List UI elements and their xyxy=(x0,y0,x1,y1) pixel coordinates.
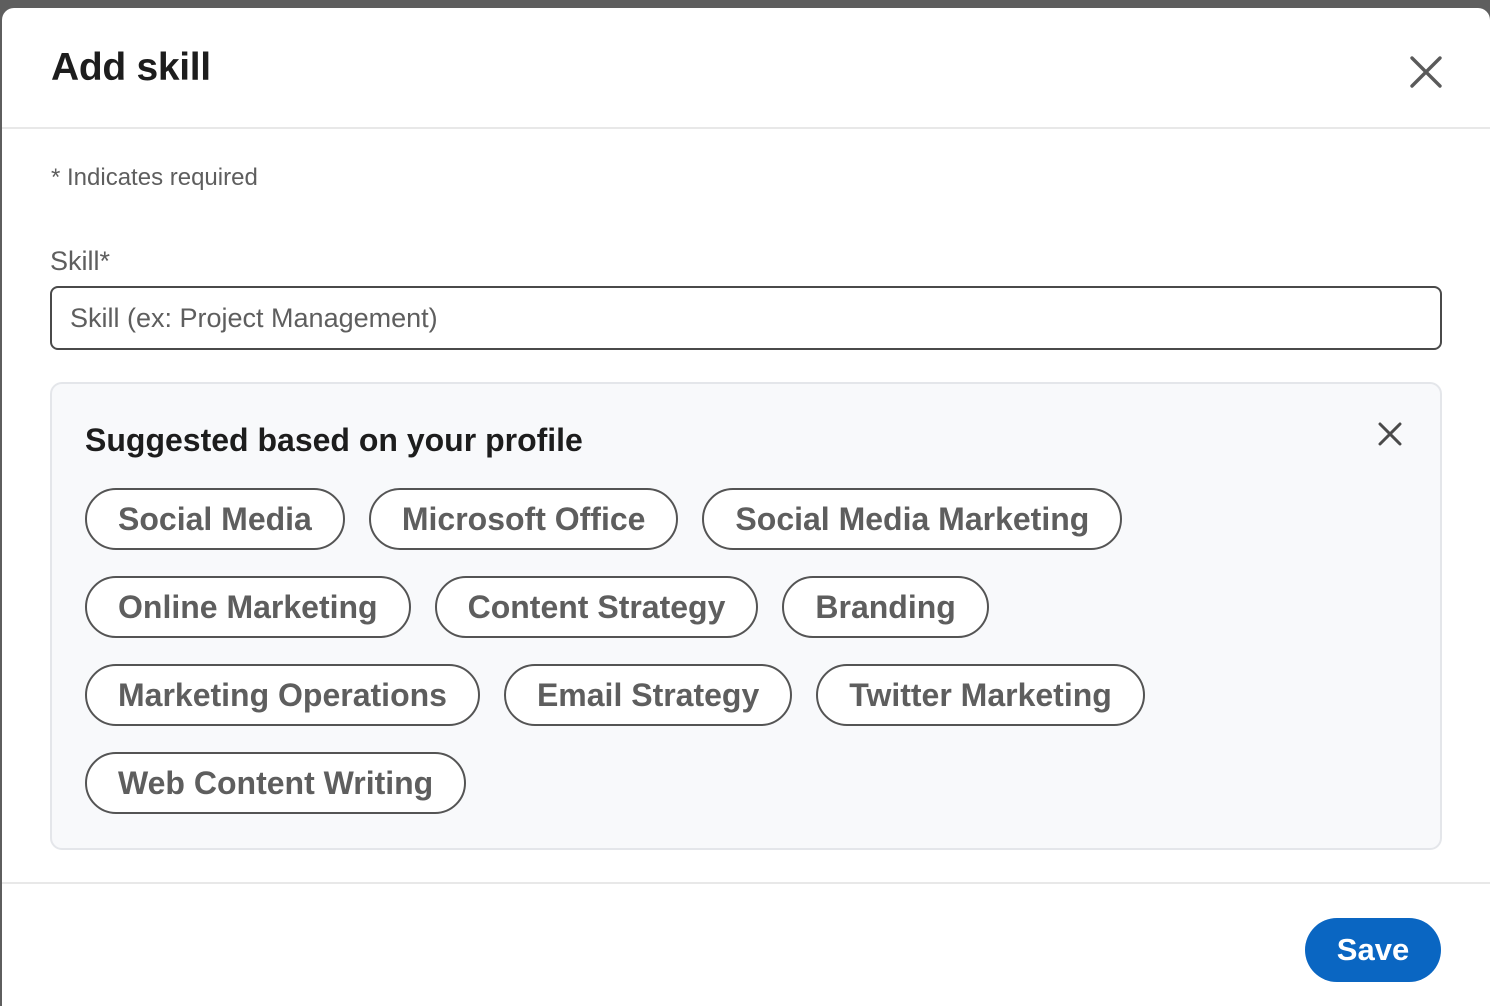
skill-chip[interactable]: Web Content Writing xyxy=(85,752,467,814)
dialog-header: Add skill xyxy=(2,8,1490,129)
skill-chip[interactable]: Content Strategy xyxy=(434,576,759,638)
dialog-title: Add skill xyxy=(51,46,211,89)
skill-chip[interactable]: Microsoft Office xyxy=(368,488,679,550)
required-note: * Indicates required xyxy=(51,164,258,191)
save-button[interactable]: Save xyxy=(1305,918,1441,982)
dialog-footer: Save xyxy=(2,882,1490,1006)
skill-chip[interactable]: Twitter Marketing xyxy=(816,664,1145,726)
skill-chip[interactable]: Online Marketing xyxy=(85,576,411,638)
add-skill-dialog: Add skill * Indicates required Skill* Su… xyxy=(2,8,1490,1006)
close-icon xyxy=(1410,56,1442,88)
skill-chip[interactable]: Social Media Marketing xyxy=(702,488,1123,550)
suggested-skills-panel: Suggested based on your profile Social M… xyxy=(50,382,1442,850)
suggested-skill-chips: Social Media Microsoft Office Social Med… xyxy=(85,488,1385,814)
skill-field-label: Skill* xyxy=(50,246,111,276)
skill-chip[interactable]: Branding xyxy=(782,576,989,638)
skill-chip[interactable]: Social Media xyxy=(85,488,345,550)
skill-chip[interactable]: Email Strategy xyxy=(503,664,793,726)
close-dialog-button[interactable] xyxy=(1402,52,1450,92)
dismiss-suggestions-button[interactable] xyxy=(1370,414,1410,454)
skill-chip[interactable]: Marketing Operations xyxy=(85,664,480,726)
suggested-skills-title: Suggested based on your profile xyxy=(85,422,583,458)
skill-input[interactable] xyxy=(50,286,1442,350)
close-icon xyxy=(1378,422,1402,446)
